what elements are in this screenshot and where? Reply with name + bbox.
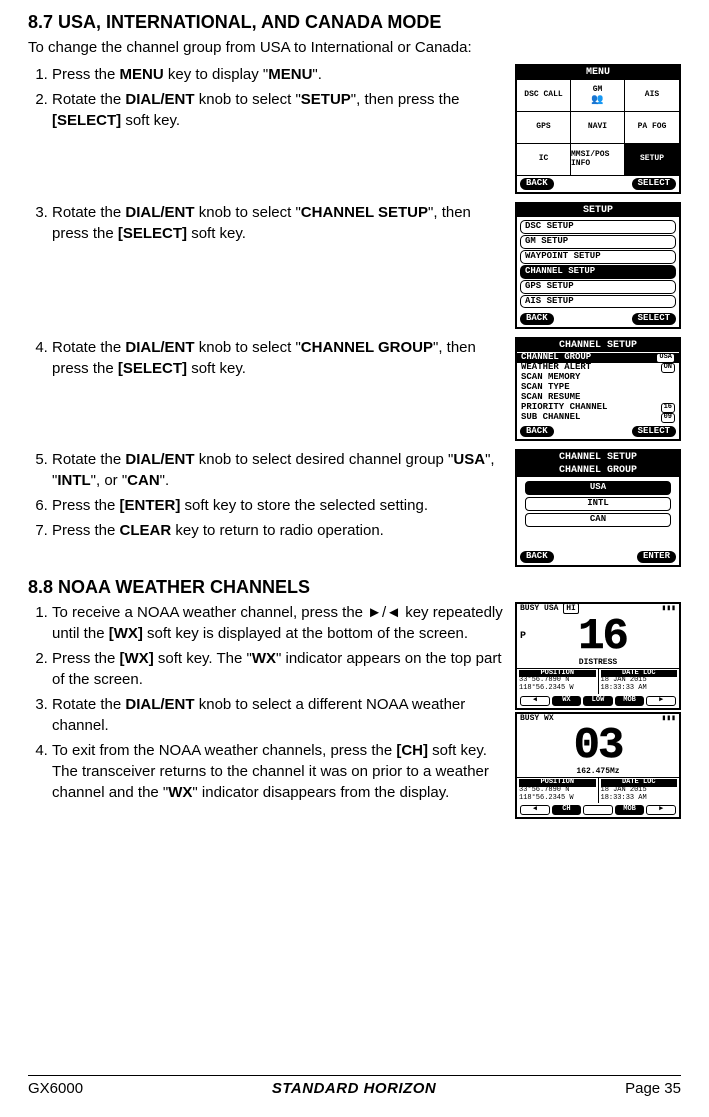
lcd-setup-screen: SETUP DSC SETUP GM SETUP WAYPOINT SETUP … xyxy=(515,202,681,329)
softkey-enter[interactable]: ENTER xyxy=(637,551,676,563)
menu-cell-dsc-call: DSC CALL xyxy=(517,80,571,112)
softkey-mob[interactable]: MOB xyxy=(615,696,645,706)
softkey-mob[interactable]: MOB xyxy=(615,805,645,815)
section-8-7-heading: 8.7 USA, INTERNATIONAL, AND CANADA MODE xyxy=(28,10,681,35)
list-gm-setup: GM SETUP xyxy=(520,235,676,249)
people-icon xyxy=(591,95,603,106)
softkey-blank xyxy=(583,805,613,815)
list-gps-setup: GPS SETUP xyxy=(520,280,676,294)
section-8-8-heading: 8.8 NOAA WEATHER CHANNELS xyxy=(28,575,681,600)
option-can: CAN xyxy=(525,513,671,527)
menu-cell-ic: IC xyxy=(517,144,571,176)
menu-cell-setup: SETUP xyxy=(625,144,679,176)
list-channel-setup: CHANNEL SETUP xyxy=(520,265,676,279)
menu-cell-mmsi: MMSI/POS INFO xyxy=(571,144,625,176)
softkey-back[interactable]: BACK xyxy=(520,551,554,563)
s88-step-2: Press the [WX] soft key. The "WX" indica… xyxy=(52,648,507,690)
lcd-wx-screen: BUSY WX ▮▮▮ 03 162.475Mz POSITION33°56.7… xyxy=(515,712,681,819)
signal-icon: ▮▮▮ xyxy=(662,715,676,724)
step-6: Press the [ENTER] soft key to store the … xyxy=(52,495,507,516)
softkey-low[interactable]: LOW xyxy=(583,696,613,706)
menu-cell-gm: GM xyxy=(571,80,625,112)
s88-step-3: Rotate the DIAL/ENT knob to select a dif… xyxy=(52,694,507,736)
step-2: Rotate the DIAL/ENT knob to select "SETU… xyxy=(52,89,507,131)
softkey-ch[interactable]: CH xyxy=(552,805,582,815)
model-number: GX6000 xyxy=(28,1078,83,1099)
softkey-back[interactable]: BACK xyxy=(520,313,554,325)
channel-number: 16 xyxy=(526,615,679,659)
list-waypoint-setup: WAYPOINT SETUP xyxy=(520,250,676,264)
softkey-back[interactable]: BACK xyxy=(520,426,554,438)
page-number: Page 35 xyxy=(625,1078,681,1099)
lcd-title: CHANNEL SETUP xyxy=(517,451,679,464)
arrow-right-icon[interactable]: ▶ xyxy=(646,805,676,815)
section-8-7-intro: To change the channel group from USA to … xyxy=(28,37,681,58)
arrow-left-icon[interactable]: ◀ xyxy=(520,696,550,706)
wx-frequency: 162.475Mz xyxy=(517,768,679,777)
lcd-channel-setup-screen: CHANNEL SETUP CHANNEL GROUPUSA WEATHER A… xyxy=(515,337,681,441)
menu-cell-pa-fog: PA FOG xyxy=(625,112,679,144)
option-intl: INTL xyxy=(525,497,671,511)
menu-cell-ais: AIS xyxy=(625,80,679,112)
list-ais-setup: AIS SETUP xyxy=(520,295,676,309)
lcd-title: CHANNEL SETUP xyxy=(517,339,679,352)
arrow-left-icon[interactable]: ◀ xyxy=(520,805,550,815)
lcd-menu-screen: MENU DSC CALL GM AIS GPS NAVI PA FOG IC … xyxy=(515,64,681,194)
channel-name: DISTRESS xyxy=(517,659,679,668)
priority-indicator: P xyxy=(517,631,526,642)
page-footer: GX6000 STANDARD HORIZON Page 35 xyxy=(28,1075,681,1099)
softkey-back[interactable]: BACK xyxy=(520,178,554,190)
softkey-select[interactable]: SELECT xyxy=(632,178,676,190)
softkey-wx[interactable]: WX xyxy=(552,696,582,706)
step-1: Press the MENU key to display "MENU". xyxy=(52,64,507,85)
s88-step-4: To exit from the NOAA weather channels, … xyxy=(52,740,507,803)
step-7: Press the CLEAR key to return to radio o… xyxy=(52,520,507,541)
wx-channel-number: 03 xyxy=(517,724,679,768)
step-3: Rotate the DIAL/ENT knob to select "CHAN… xyxy=(52,202,507,244)
signal-icon: ▮▮▮ xyxy=(662,605,676,614)
softkey-select[interactable]: SELECT xyxy=(632,426,676,438)
softkey-select[interactable]: SELECT xyxy=(632,313,676,325)
step-4: Rotate the DIAL/ENT knob to select "CHAN… xyxy=(52,337,507,379)
list-dsc-setup: DSC SETUP xyxy=(520,220,676,234)
arrow-right-icon[interactable]: ▶ xyxy=(646,696,676,706)
option-usa: USA xyxy=(525,481,671,495)
s88-step-1: To receive a NOAA weather channel, press… xyxy=(52,602,507,644)
brand-logo: STANDARD HORIZON xyxy=(272,1078,436,1099)
lcd-title: MENU xyxy=(517,66,679,79)
lcd-channel-16-screen: BUSY USA HI ▮▮▮ P 16 DISTRESS POSITION33… xyxy=(515,602,681,709)
menu-cell-gps: GPS xyxy=(517,112,571,144)
step-5: Rotate the DIAL/ENT knob to select desir… xyxy=(52,449,507,491)
menu-cell-navi: NAVI xyxy=(571,112,625,144)
lcd-title: SETUP xyxy=(517,204,679,217)
row-sub-channel: SUB CHANNEL09 xyxy=(517,413,679,423)
lcd-subtitle: CHANNEL GROUP xyxy=(517,464,679,477)
lcd-channel-group-screen: CHANNEL SETUP CHANNEL GROUP USA INTL CAN… xyxy=(515,449,681,567)
